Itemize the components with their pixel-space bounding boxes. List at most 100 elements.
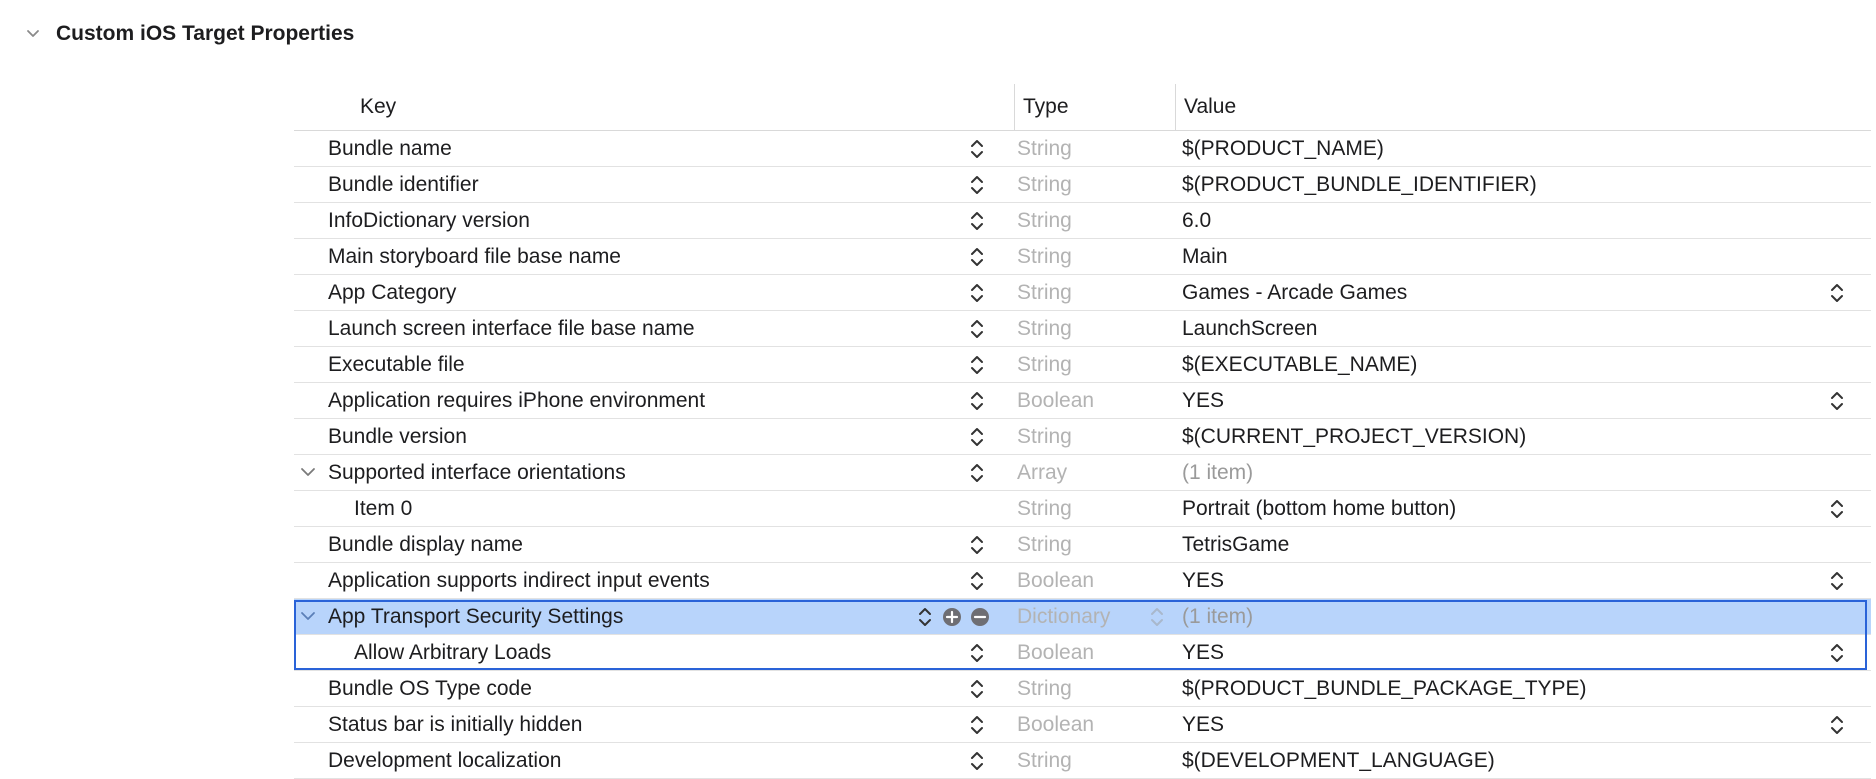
value-popup-icon[interactable] [1830, 570, 1844, 592]
key-stepper-icon[interactable] [970, 750, 984, 772]
table-row[interactable]: Main storyboard file base name String Ma… [294, 239, 1871, 275]
key-stepper-icon[interactable] [970, 534, 984, 556]
table-row[interactable]: Item 0 String Portrait (bottom home butt… [294, 491, 1871, 527]
table-row[interactable]: Launch screen interface file base name S… [294, 311, 1871, 347]
row-key[interactable]: Bundle version [328, 419, 467, 454]
key-stepper-icon[interactable] [970, 174, 984, 196]
row-value[interactable]: Portrait (bottom home button) [1182, 491, 1456, 526]
row-key[interactable]: Bundle display name [328, 527, 523, 562]
table-row[interactable]: Status bar is initially hidden Boolean Y… [294, 707, 1871, 743]
row-key[interactable]: Main storyboard file base name [328, 239, 621, 274]
chevron-down-icon[interactable] [26, 27, 40, 41]
row-value[interactable]: TetrisGame [1182, 527, 1289, 562]
value-popup-icon[interactable] [1830, 642, 1844, 664]
row-key[interactable]: InfoDictionary version [328, 203, 530, 238]
row-key[interactable]: Launch screen interface file base name [328, 311, 695, 346]
key-stepper-icon[interactable] [970, 210, 984, 232]
key-stepper-icon[interactable] [970, 678, 984, 700]
properties-table: Key Type Value Bundle name String $(PROD… [294, 84, 1871, 779]
row-type: String [1017, 245, 1072, 268]
row-type: String [1017, 137, 1072, 160]
row-value[interactable]: YES [1182, 383, 1224, 418]
row-value[interactable]: $(EXECUTABLE_NAME) [1182, 347, 1417, 382]
row-key[interactable]: Application requires iPhone environment [328, 383, 705, 418]
row-value[interactable]: LaunchScreen [1182, 311, 1317, 346]
table-row[interactable]: Bundle name String $(PRODUCT_NAME) [294, 131, 1871, 167]
column-header-value[interactable]: Value [1175, 84, 1236, 130]
table-row[interactable]: Bundle identifier String $(PRODUCT_BUNDL… [294, 167, 1871, 203]
row-type: String [1017, 353, 1072, 376]
row-key[interactable]: Supported interface orientations [328, 455, 626, 490]
key-stepper-icon[interactable] [970, 138, 984, 160]
row-type: String [1017, 533, 1072, 556]
key-stepper-icon[interactable] [970, 246, 984, 268]
key-stepper-icon[interactable] [970, 426, 984, 448]
row-value[interactable]: Games - Arcade Games [1182, 275, 1407, 310]
chevron-down-icon[interactable] [300, 609, 316, 623]
table-row[interactable]: Application requires iPhone environment … [294, 383, 1871, 419]
section-header[interactable]: Custom iOS Target Properties [26, 18, 354, 50]
key-stepper-icon[interactable] [970, 570, 984, 592]
row-key[interactable]: App Category [328, 275, 456, 310]
row-value[interactable]: $(PRODUCT_BUNDLE_PACKAGE_TYPE) [1182, 671, 1587, 706]
row-key[interactable]: Executable file [328, 347, 465, 382]
row-value[interactable]: Main [1182, 239, 1228, 274]
row-value[interactable]: YES [1182, 635, 1224, 670]
row-value[interactable]: $(CURRENT_PROJECT_VERSION) [1182, 419, 1526, 454]
row-value[interactable]: $(PRODUCT_NAME) [1182, 131, 1384, 166]
table-row[interactable]: Bundle display name String TetrisGame [294, 527, 1871, 563]
value-popup-icon[interactable] [1830, 498, 1844, 520]
add-row-icon[interactable] [942, 607, 962, 627]
row-type: Array [1017, 461, 1068, 484]
row-key[interactable]: Bundle identifier [328, 167, 479, 202]
row-key[interactable]: App Transport Security Settings [328, 599, 623, 634]
key-stepper-icon[interactable] [970, 462, 984, 484]
row-type: Boolean [1017, 641, 1095, 664]
remove-row-icon[interactable] [970, 607, 990, 627]
key-stepper-icon[interactable] [918, 606, 932, 628]
value-popup-icon[interactable] [1830, 282, 1844, 304]
row-key[interactable]: Bundle OS Type code [328, 671, 532, 706]
key-stepper-icon[interactable] [970, 282, 984, 304]
row-type: String [1017, 497, 1072, 520]
value-popup-icon[interactable] [1830, 714, 1844, 736]
table-row[interactable]: Development localization String $(DEVELO… [294, 743, 1871, 779]
row-key[interactable]: Status bar is initially hidden [328, 707, 582, 742]
row-value[interactable]: YES [1182, 563, 1224, 598]
key-stepper-icon[interactable] [970, 714, 984, 736]
value-popup-icon[interactable] [1830, 390, 1844, 412]
row-value[interactable]: 6.0 [1182, 203, 1211, 238]
key-stepper-icon[interactable] [970, 390, 984, 412]
chevron-down-icon[interactable] [300, 465, 316, 479]
column-header-key[interactable]: Key [360, 84, 396, 130]
row-key[interactable]: Development localization [328, 743, 561, 778]
row-value[interactable]: $(PRODUCT_BUNDLE_IDENTIFIER) [1182, 167, 1537, 202]
row-type[interactable]: Dictionary [1017, 599, 1110, 634]
table-row[interactable]: App Category String Games - Arcade Games [294, 275, 1871, 311]
table-row[interactable]: Bundle OS Type code String $(PRODUCT_BUN… [294, 671, 1871, 707]
table-row[interactable]: InfoDictionary version String 6.0 [294, 203, 1871, 239]
type-stepper-icon[interactable] [1150, 606, 1164, 628]
column-header-type[interactable]: Type [1014, 84, 1069, 130]
key-stepper-icon[interactable] [970, 354, 984, 376]
row-key[interactable]: Allow Arbitrary Loads [354, 635, 551, 670]
table-row[interactable]: Allow Arbitrary Loads Boolean YES [294, 635, 1871, 671]
row-value[interactable]: YES [1182, 707, 1224, 742]
row-type: String [1017, 749, 1072, 772]
row-type: Boolean [1017, 389, 1095, 412]
row-type: String [1017, 425, 1072, 448]
row-type: Boolean [1017, 713, 1095, 736]
table-row[interactable]: Executable file String $(EXECUTABLE_NAME… [294, 347, 1871, 383]
table-row-selected[interactable]: App Transport Security Settings Dictiona… [294, 599, 1871, 635]
row-type: String [1017, 209, 1072, 232]
row-key[interactable]: Application supports indirect input even… [328, 563, 710, 598]
table-row[interactable]: Bundle version String $(CURRENT_PROJECT_… [294, 419, 1871, 455]
table-row[interactable]: Supported interface orientations Array (… [294, 455, 1871, 491]
table-row[interactable]: Application supports indirect input even… [294, 563, 1871, 599]
key-stepper-icon[interactable] [970, 642, 984, 664]
key-stepper-icon[interactable] [970, 318, 984, 340]
row-value[interactable]: $(DEVELOPMENT_LANGUAGE) [1182, 743, 1495, 778]
row-key[interactable]: Bundle name [328, 131, 452, 166]
row-value: (1 item) [1182, 605, 1254, 628]
row-type: String [1017, 677, 1072, 700]
